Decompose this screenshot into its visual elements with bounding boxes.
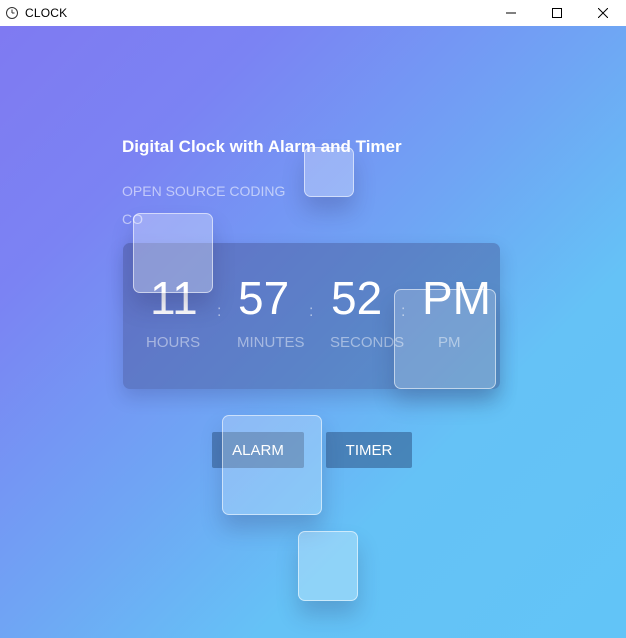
timer-button[interactable]: TIMER <box>326 432 412 468</box>
maximize-icon <box>552 8 562 18</box>
separator-2: : <box>309 303 314 320</box>
clock-app-icon <box>6 7 18 19</box>
separator-1: : <box>217 303 222 320</box>
seconds-value: 52 <box>331 272 383 324</box>
minimize-icon <box>506 12 516 14</box>
decor-glass-square-5 <box>298 531 358 601</box>
hours-label: HOURS <box>146 334 201 351</box>
subtitle-line-1: OPEN SOURCE CODING <box>122 183 286 199</box>
minutes-value: 57 <box>238 272 290 324</box>
decor-glass-square-3 <box>394 289 496 389</box>
decor-glass-square-4 <box>222 415 322 515</box>
window-titlebar: CLOCK <box>0 0 626 26</box>
window-title: CLOCK <box>25 6 68 20</box>
close-button[interactable] <box>580 0 626 26</box>
app-content: Digital Clock with Alarm and Timer OPEN … <box>0 26 626 638</box>
close-icon <box>598 8 608 18</box>
decor-glass-square-1 <box>304 147 354 197</box>
minutes-label: MINUTES <box>237 334 305 351</box>
minimize-button[interactable] <box>488 0 534 26</box>
maximize-button[interactable] <box>534 0 580 26</box>
decor-glass-square-2 <box>133 213 213 293</box>
page-title: Digital Clock with Alarm and Timer <box>122 137 402 156</box>
